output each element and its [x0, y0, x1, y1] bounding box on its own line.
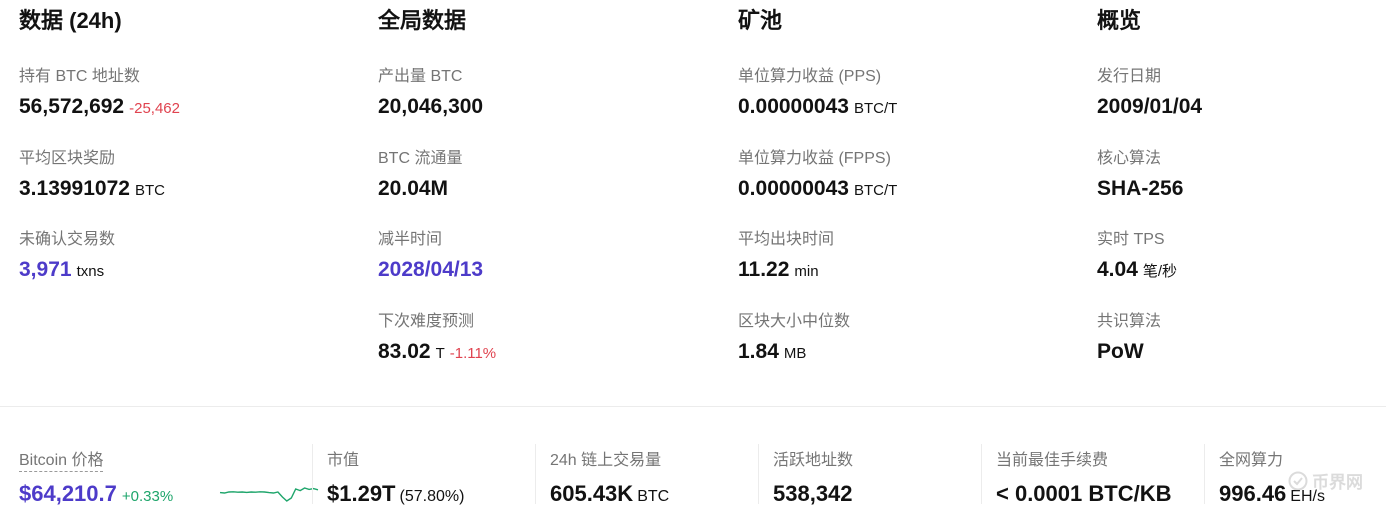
stat-unit: MB [783, 345, 807, 362]
section-divider [0, 406, 1386, 407]
metric-label: 24h 链上交易量 [550, 452, 662, 469]
stat-unit: 笔/秒 [1142, 263, 1178, 280]
metric-24h-volume: 24h 链上交易量 605.43K BTC [550, 440, 760, 513]
stat-value: 4.04 [1097, 258, 1138, 281]
column-title: 概览 [1097, 8, 1142, 33]
stat-value: 1.84 [738, 340, 779, 363]
stat-value: 0.00000043 [738, 95, 849, 118]
stat-label: BTC 流通量 [378, 150, 463, 167]
metric-separator [758, 444, 759, 504]
stat-unit: txns [76, 263, 105, 280]
stat-unit: BTC [134, 182, 165, 199]
stat-label: 未确认交易数 [19, 231, 116, 248]
metric-change: +0.33% [121, 488, 174, 505]
column-title: 数据 (24h) [19, 8, 122, 33]
stat-value-link[interactable]: 2028/04/13 [378, 258, 483, 281]
metric-label: 市值 [327, 452, 360, 469]
metric-unit: (57.80%) [399, 488, 465, 505]
stat-unit: T [435, 345, 445, 362]
stat-value: 0.00000043 [738, 177, 849, 200]
metric-value: < 0.0001 BTC/KB [996, 481, 1172, 506]
metric-separator [312, 444, 313, 504]
watermark: 币界网 [1288, 468, 1363, 493]
stat-change: -1.11% [449, 345, 497, 362]
stat-label: 持有 BTC 地址数 [19, 68, 140, 85]
stat-label: 核心算法 [1097, 150, 1162, 167]
metric-value: 605.43K [550, 481, 634, 506]
coin-logo-icon [1288, 471, 1308, 490]
metric-separator [1204, 444, 1205, 504]
column-title: 全局数据 [378, 8, 467, 33]
metric-separator [535, 444, 536, 504]
metrics-bar: Bitcoin 价格 $64,210.7 +0.33% 市值 $1.29T (57.… [0, 440, 1386, 513]
stat-value: 83.02 [378, 340, 431, 363]
stat-value: SHA-256 [1097, 177, 1184, 200]
stat-label: 减半时间 [378, 231, 443, 248]
stat-value: 11.22 [738, 258, 790, 281]
metric-value: $1.29T [327, 481, 396, 506]
stat-label: 平均出块时间 [738, 231, 835, 248]
stat-change: -25,462 [129, 100, 180, 117]
stat-value: 20,046,300 [378, 95, 484, 118]
stats-section: 数据 (24h) 持有 BTC 地址数 56,572,692 -25,462 平均… [0, 0, 1386, 400]
metric-separator [981, 444, 982, 504]
metric-best-fee: 当前最佳手续费 < 0.0001 BTC/KB [996, 440, 1206, 513]
stat-label: 实时 TPS [1097, 231, 1165, 248]
stat-label: 区块大小中位数 [738, 313, 851, 330]
stat-label: 下次难度预测 [378, 313, 475, 330]
stat-label: 平均区块奖励 [19, 150, 116, 167]
column-title: 矿池 [738, 8, 783, 33]
metric-market-cap: 市值 $1.29T (57.80%) [327, 440, 537, 513]
stat-label: 单位算力收益 (FPPS) [738, 150, 891, 167]
watermark-text: 币界网 [1312, 473, 1363, 492]
price-sparkline-chart [219, 487, 319, 502]
stat-unit: BTC/T [853, 182, 898, 199]
metric-value: 996.46 [1219, 481, 1287, 506]
metric-bitcoin-price[interactable]: Bitcoin 价格 $64,210.7 +0.33% [19, 440, 319, 513]
stat-label: 产出量 BTC [378, 68, 463, 85]
stat-label: 单位算力收益 (PPS) [738, 68, 882, 85]
stat-label: 共识算法 [1097, 313, 1162, 330]
stat-unit: min [794, 263, 819, 280]
sparkline-path [219, 487, 319, 502]
metric-active-addresses: 活跃地址数 538,342 [773, 440, 983, 513]
metric-label: Bitcoin 价格 [19, 446, 104, 472]
stat-value: 56,572,692 [19, 95, 125, 118]
stat-value: PoW [1097, 340, 1144, 363]
metric-value: $64,210.7 [19, 481, 117, 506]
metric-unit: BTC [637, 488, 670, 505]
stat-value-link[interactable]: 3,971 [19, 258, 72, 281]
metric-label: 当前最佳手续费 [996, 452, 1109, 469]
metric-label: 全网算力 [1219, 452, 1284, 469]
stat-value: 3.13991072 [19, 177, 130, 200]
stat-label: 发行日期 [1097, 68, 1162, 85]
stat-value: 2009/01/04 [1097, 95, 1203, 118]
stat-value: 20.04M [378, 177, 449, 200]
stat-unit: BTC/T [853, 100, 898, 117]
metric-label: 活跃地址数 [773, 452, 854, 469]
metric-value: 538,342 [773, 481, 853, 506]
